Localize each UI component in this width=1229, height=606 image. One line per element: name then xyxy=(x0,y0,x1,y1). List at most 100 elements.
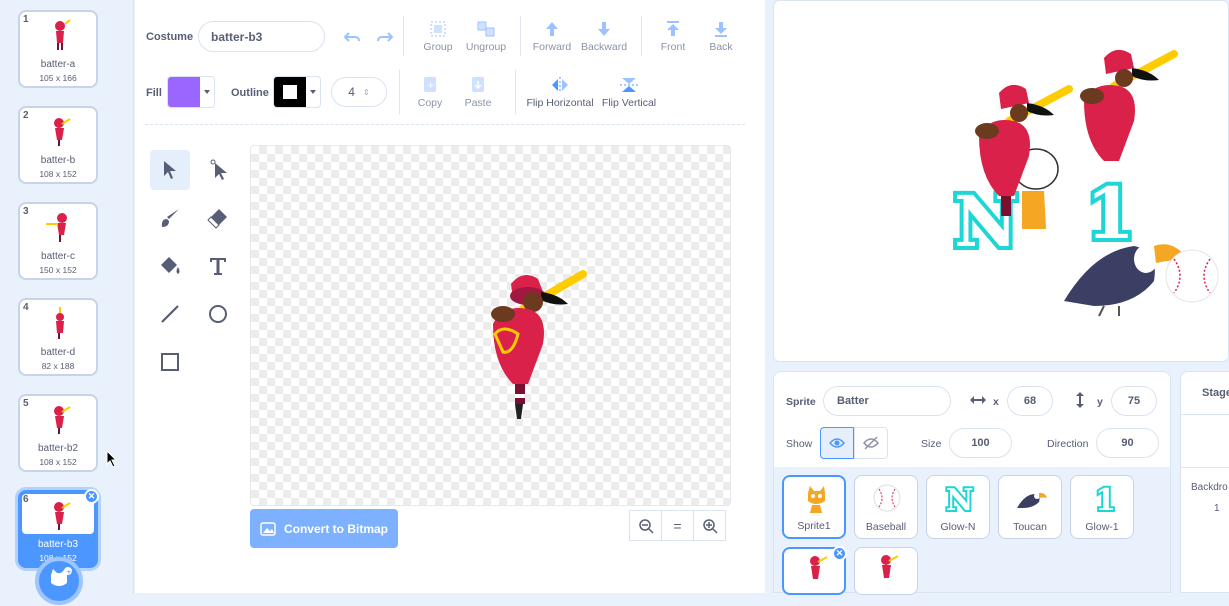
stage-view[interactable]: N 1 xyxy=(773,0,1229,362)
circle-tool[interactable] xyxy=(198,294,238,334)
fill-color-picker[interactable] xyxy=(167,76,215,108)
chevron-down-icon xyxy=(310,90,316,94)
batter-costume-drawing xyxy=(491,270,587,419)
copy-label: Copy xyxy=(417,97,443,109)
glow-1-thumb-letter: 1 xyxy=(1095,483,1116,514)
direction-value: 90 xyxy=(1121,437,1134,449)
ungroup-button[interactable]: Ungroup xyxy=(456,20,516,53)
horizontal-arrows-icon xyxy=(970,396,986,404)
stage-scene: N 1 xyxy=(950,49,1219,317)
brush-tool[interactable] xyxy=(150,198,190,238)
front-label: Front xyxy=(660,41,686,53)
costume-item-5[interactable]: 5 batter-b2 108 x 152 xyxy=(18,394,98,472)
sprite-name-value: Batter xyxy=(837,395,869,407)
zoom-out-button[interactable] xyxy=(629,510,662,541)
paste-label: Paste xyxy=(464,97,492,109)
paste-button[interactable]: Paste xyxy=(448,76,508,109)
delete-costume-icon[interactable]: ✕ xyxy=(84,489,99,504)
back-button[interactable]: Back xyxy=(691,20,751,53)
costume-item-3[interactable]: 3 batter-c 150 x 152 xyxy=(18,202,98,280)
rectangle-tool[interactable] xyxy=(150,342,190,382)
line-tool[interactable] xyxy=(150,294,190,334)
y-position-input[interactable]: 75 xyxy=(1111,386,1157,416)
outline-label: Outline xyxy=(231,87,269,99)
costume-label: Costume xyxy=(146,31,194,43)
costume-name-value: batter-b3 xyxy=(211,29,263,44)
y-label: y xyxy=(1097,396,1103,408)
costume-item-2[interactable]: 2 batter-b 108 x 152 xyxy=(18,106,98,184)
size-input[interactable]: 100 xyxy=(949,428,1012,458)
outline-width-input[interactable]: 4 ⇕ xyxy=(331,77,387,107)
flip-vertical-button[interactable]: Flip Vertical xyxy=(598,76,660,109)
batter-clone-sprite[interactable] xyxy=(1080,49,1178,161)
arrow-select-icon xyxy=(164,161,176,179)
text-t-icon xyxy=(210,258,226,275)
sprite-tile-batter[interactable]: ✕ xyxy=(782,546,847,595)
glow-1-icon: 1 xyxy=(1093,482,1118,514)
glow-1-letter: 1 xyxy=(1086,172,1135,255)
sprite-tile-toucan[interactable]: Toucan xyxy=(998,475,1062,539)
undo-icon[interactable] xyxy=(343,30,361,44)
stepper-icon[interactable]: ⇕ xyxy=(363,88,370,97)
sprite-label: Sprite xyxy=(786,396,816,408)
costume-name: batter-b xyxy=(40,155,76,166)
x-position-input[interactable]: 68 xyxy=(1007,386,1053,416)
batter-sprite-icon xyxy=(881,555,899,578)
sprite-name: Glow-1 xyxy=(1085,521,1119,533)
paste-icon xyxy=(472,77,484,92)
sprite-tile-batter-2[interactable] xyxy=(854,547,918,595)
forward-label: Forward xyxy=(532,41,572,53)
image-icon xyxy=(260,521,276,536)
costume-item-4[interactable]: 4 batter-d 82 x 188 xyxy=(18,298,98,376)
fill-label: Fill xyxy=(146,87,162,99)
backward-button[interactable]: Backward xyxy=(574,20,634,53)
x-label: x xyxy=(993,396,999,408)
sprite-tile-glow-n[interactable]: N Glow-N xyxy=(926,475,990,539)
flip-horizontal-button[interactable]: Flip Horizontal xyxy=(525,76,595,109)
baseball-sprite[interactable] xyxy=(1165,249,1219,303)
show-visible-button[interactable] xyxy=(820,427,854,459)
costume-list: 1 batter-a 105 x 166 2 batter-b 108 x 15… xyxy=(0,0,134,605)
glow-n-icon: N xyxy=(944,482,975,514)
convert-to-bitmap-button[interactable]: Convert to Bitmap xyxy=(250,509,398,548)
batter-thumbnail-icon xyxy=(46,213,67,242)
forward-button[interactable]: Forward xyxy=(522,20,582,53)
show-hidden-button[interactable] xyxy=(854,427,888,459)
direction-input[interactable]: 90 xyxy=(1096,428,1159,458)
back-icon xyxy=(715,22,727,37)
outline-color-picker[interactable] xyxy=(273,76,321,108)
copy-icon: + xyxy=(424,77,436,92)
flip-vertical-icon xyxy=(620,78,638,92)
costume-item-1[interactable]: 1 batter-a 105 x 166 xyxy=(18,10,98,88)
sprite-tile-glow-1[interactable]: 1 Glow-1 xyxy=(1070,475,1134,539)
zoom-reset-button[interactable]: = xyxy=(661,510,694,541)
glow-1-sprite[interactable]: 1 xyxy=(1082,168,1139,259)
add-costume-button[interactable]: + xyxy=(35,557,83,605)
costume-name: batter-a xyxy=(40,59,76,70)
zoom-reset-label: = xyxy=(673,517,682,534)
glow-n-thumb-letter: N xyxy=(946,483,973,514)
fill-tool[interactable] xyxy=(150,246,190,286)
zoom-in-button[interactable] xyxy=(693,510,726,541)
select-tool[interactable] xyxy=(150,150,190,190)
delete-sprite-icon[interactable]: ✕ xyxy=(832,546,847,561)
sprite-tile-sprite1[interactable]: Sprite1 xyxy=(782,475,846,539)
paint-canvas[interactable] xyxy=(250,145,731,506)
stage-panel[interactable]: Stage Backdro 1 xyxy=(1180,371,1229,593)
costume-number: 3 xyxy=(23,206,29,217)
batter-thumbnail-icon xyxy=(54,118,71,146)
backdrops-count: 1 xyxy=(1214,503,1220,514)
sprite-tile-baseball[interactable]: Baseball xyxy=(854,475,918,539)
eraser-tool[interactable] xyxy=(198,198,238,238)
batter-sprite-icon xyxy=(810,556,828,579)
toucan-icon xyxy=(1017,492,1047,508)
redo-icon[interactable] xyxy=(376,30,394,44)
brush-icon xyxy=(161,209,179,227)
rectangle-icon xyxy=(161,353,179,371)
reshape-tool[interactable] xyxy=(198,150,238,190)
text-tool[interactable] xyxy=(198,246,238,286)
group-icon xyxy=(430,21,446,37)
baseball-icon xyxy=(873,484,901,512)
costume-name-input[interactable]: batter-b3 xyxy=(198,21,325,52)
sprite-name-input[interactable]: Batter xyxy=(823,386,951,416)
